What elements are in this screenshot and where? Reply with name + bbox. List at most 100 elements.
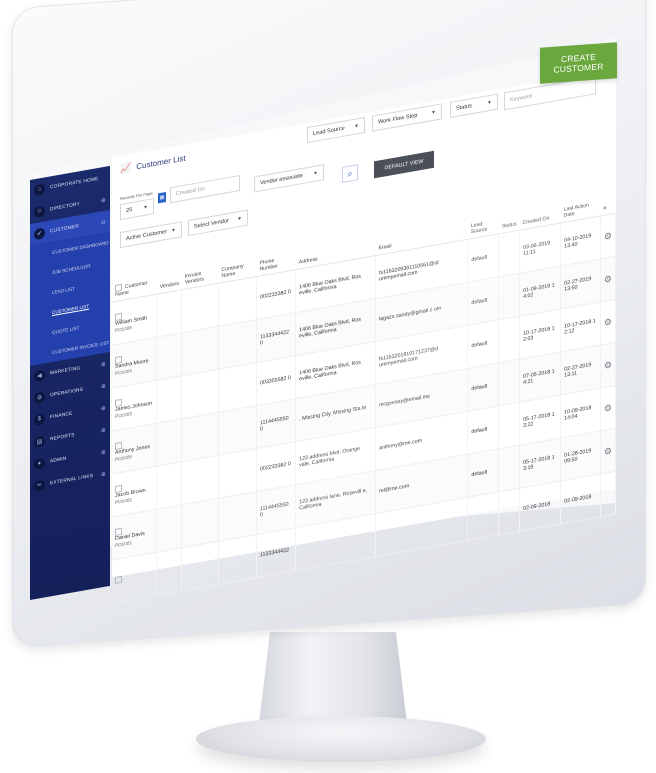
chevron-down-icon: ▼ <box>313 170 318 178</box>
expand-icon[interactable]: ⊕ <box>101 360 106 368</box>
company-cell <box>218 534 257 585</box>
expand-icon[interactable]: ⊕ <box>101 470 106 478</box>
sidebar-item-label: ADMIN <box>50 456 67 464</box>
lead-source-cell: default <box>467 362 499 412</box>
column-header[interactable]: Company Name <box>218 224 257 284</box>
operations-icon: ⚙ <box>34 390 45 404</box>
created-on-input[interactable]: Created On <box>170 174 240 204</box>
sidebar-item-label: DIRECTORY <box>50 201 80 212</box>
last-action-cell: 02-09-2018 <box>560 473 601 524</box>
column-header[interactable]: Customer Name <box>112 241 157 303</box>
column-header[interactable]: Status <box>498 177 520 234</box>
vendors-cell <box>156 547 182 596</box>
lead-source-cell: default <box>467 319 499 369</box>
main-panel: 📈 Customer List Lead Source ▼ Work Flow S… <box>112 68 616 604</box>
sidebar: ⌂ CORPORATE HOME ☺ DIRECTORY ⊕ ✔ CUSTOME… <box>30 165 110 600</box>
phone-cell: 1133344422 0 <box>256 312 296 363</box>
sidebar-item-label: OPERATIONS <box>50 387 84 398</box>
lead-source-cell: default <box>467 405 499 455</box>
last-action-cell: 10-09-2018 14:04 <box>560 387 601 438</box>
page-title-text: Customer List <box>136 153 186 172</box>
create-customer-button[interactable]: CREATE CUSTOMER <box>540 42 617 84</box>
last-action-cell: 10-17-2018 1 2:12 <box>560 301 601 352</box>
chevron-down-icon: ▼ <box>354 122 359 130</box>
column-header[interactable]: Vendors <box>156 237 182 295</box>
status-cell <box>498 402 520 449</box>
search-icon: ⌕ <box>347 167 353 179</box>
column-header[interactable]: Created On <box>519 170 561 231</box>
expand-icon[interactable]: ⊕ <box>101 196 106 204</box>
vendor-associate-dropdown[interactable]: Vendor associate ▼ <box>254 164 324 193</box>
dropdown-value: Status <box>456 103 472 112</box>
gear-icon[interactable]: ⚙ <box>604 402 612 413</box>
gear-icon[interactable]: ⚙ <box>604 316 612 327</box>
gear-icon[interactable]: ⚙ <box>604 445 612 456</box>
column-header[interactable]: Phone Number <box>256 217 296 277</box>
invoice-vendors-cell <box>181 541 219 591</box>
lead-source-cell: default <box>467 276 499 326</box>
phone-cell: 1133344422 <box>256 527 296 578</box>
reports-icon: ▤ <box>34 434 45 448</box>
last-action-cell: 01-28-2019 09:50 <box>560 430 601 481</box>
phone-cell: 003355582 0 <box>256 355 296 406</box>
calendar-icon[interactable]: ▦ <box>158 192 166 204</box>
lead-source-cell: default <box>467 233 499 283</box>
sidebar-item-label: FINANCE <box>50 411 73 420</box>
phone-cell: 1114445550 0 <box>256 484 296 535</box>
dropdown-value: Lead Source <box>313 125 345 138</box>
expand-icon[interactable]: ⊕ <box>101 382 106 390</box>
gear-icon[interactable]: ⚙ <box>604 273 612 284</box>
last-action-cell: 04-10-2019 13:40 <box>560 215 601 266</box>
created-on-cell: 05-17-2018 1 3:22 <box>519 394 561 446</box>
status-cell <box>498 488 520 535</box>
phone-cell: 002233382 0 <box>256 269 296 320</box>
status-cell <box>498 316 520 363</box>
sidebar-item-label: REPORTS <box>50 432 75 442</box>
gear-icon[interactable]: ⚙ <box>604 230 612 241</box>
vendors-cell <box>156 289 182 338</box>
default-view-button[interactable]: DEFAULT VIEW <box>374 150 434 179</box>
row-checkbox[interactable] <box>115 575 122 585</box>
vendors-cell <box>156 418 182 467</box>
vendors-cell <box>156 504 182 553</box>
created-on-cell: 05-17-2018 1 3:19 <box>519 437 561 489</box>
column-header[interactable]: Lead Source <box>467 181 499 240</box>
company-cell <box>218 319 257 370</box>
dropdown-value: Vendor associate <box>260 172 303 187</box>
column-header[interactable]: Invoice Vendors <box>181 230 219 290</box>
invoice-vendors-cell <box>181 498 219 548</box>
dropdown-value: Work Flow Step <box>378 112 418 126</box>
search-button[interactable]: ⌕ <box>342 164 358 183</box>
company-cell <box>218 276 257 327</box>
lead-source-dropdown[interactable]: Lead Source ▼ <box>307 116 365 144</box>
workflow-step-dropdown[interactable]: Work Flow Step ▼ <box>372 103 442 132</box>
created-on-cell: 01-09-2019 1 4:02 <box>519 265 561 317</box>
created-on-cell: 07-05-2018 1 4:21 <box>519 351 561 403</box>
gear-icon[interactable]: ⚙ <box>604 359 612 370</box>
column-header[interactable]: Last Action Date <box>560 163 601 223</box>
chevron-down-icon: ▼ <box>143 204 148 212</box>
chevron-down-icon: ▼ <box>431 109 436 117</box>
lead-source-cell: default <box>467 448 499 498</box>
status-cell <box>498 273 520 320</box>
expand-icon[interactable]: ⊕ <box>101 404 106 412</box>
directory-icon: ☺ <box>34 204 45 218</box>
sidebar-item-label: CUSTOMER <box>50 223 79 234</box>
chevron-down-icon: ▼ <box>487 99 492 107</box>
dollar-icon: $ <box>34 412 45 426</box>
status-cell <box>498 359 520 406</box>
expand-icon[interactable]: ⊕ <box>101 448 106 456</box>
status-dropdown[interactable]: Status ▼ <box>450 93 498 118</box>
created-on-cell: 10-17-2018 1 2:03 <box>519 308 561 360</box>
sidebar-item-label: MARKETING <box>50 365 81 376</box>
invoice-vendors-cell <box>181 326 219 376</box>
link-icon: ∞ <box>34 478 45 492</box>
company-cell <box>218 448 257 499</box>
admin-icon: ✦ <box>34 456 45 470</box>
records-per-page-select[interactable]: 25 ▼ <box>120 198 154 221</box>
expand-icon[interactable]: ⊕ <box>101 426 106 434</box>
page-title: 📈 Customer List <box>120 153 186 176</box>
dropdown-value: Select Vendor <box>194 217 229 231</box>
status-cell <box>498 445 520 492</box>
collapse-icon[interactable]: ⊖ <box>101 218 106 226</box>
